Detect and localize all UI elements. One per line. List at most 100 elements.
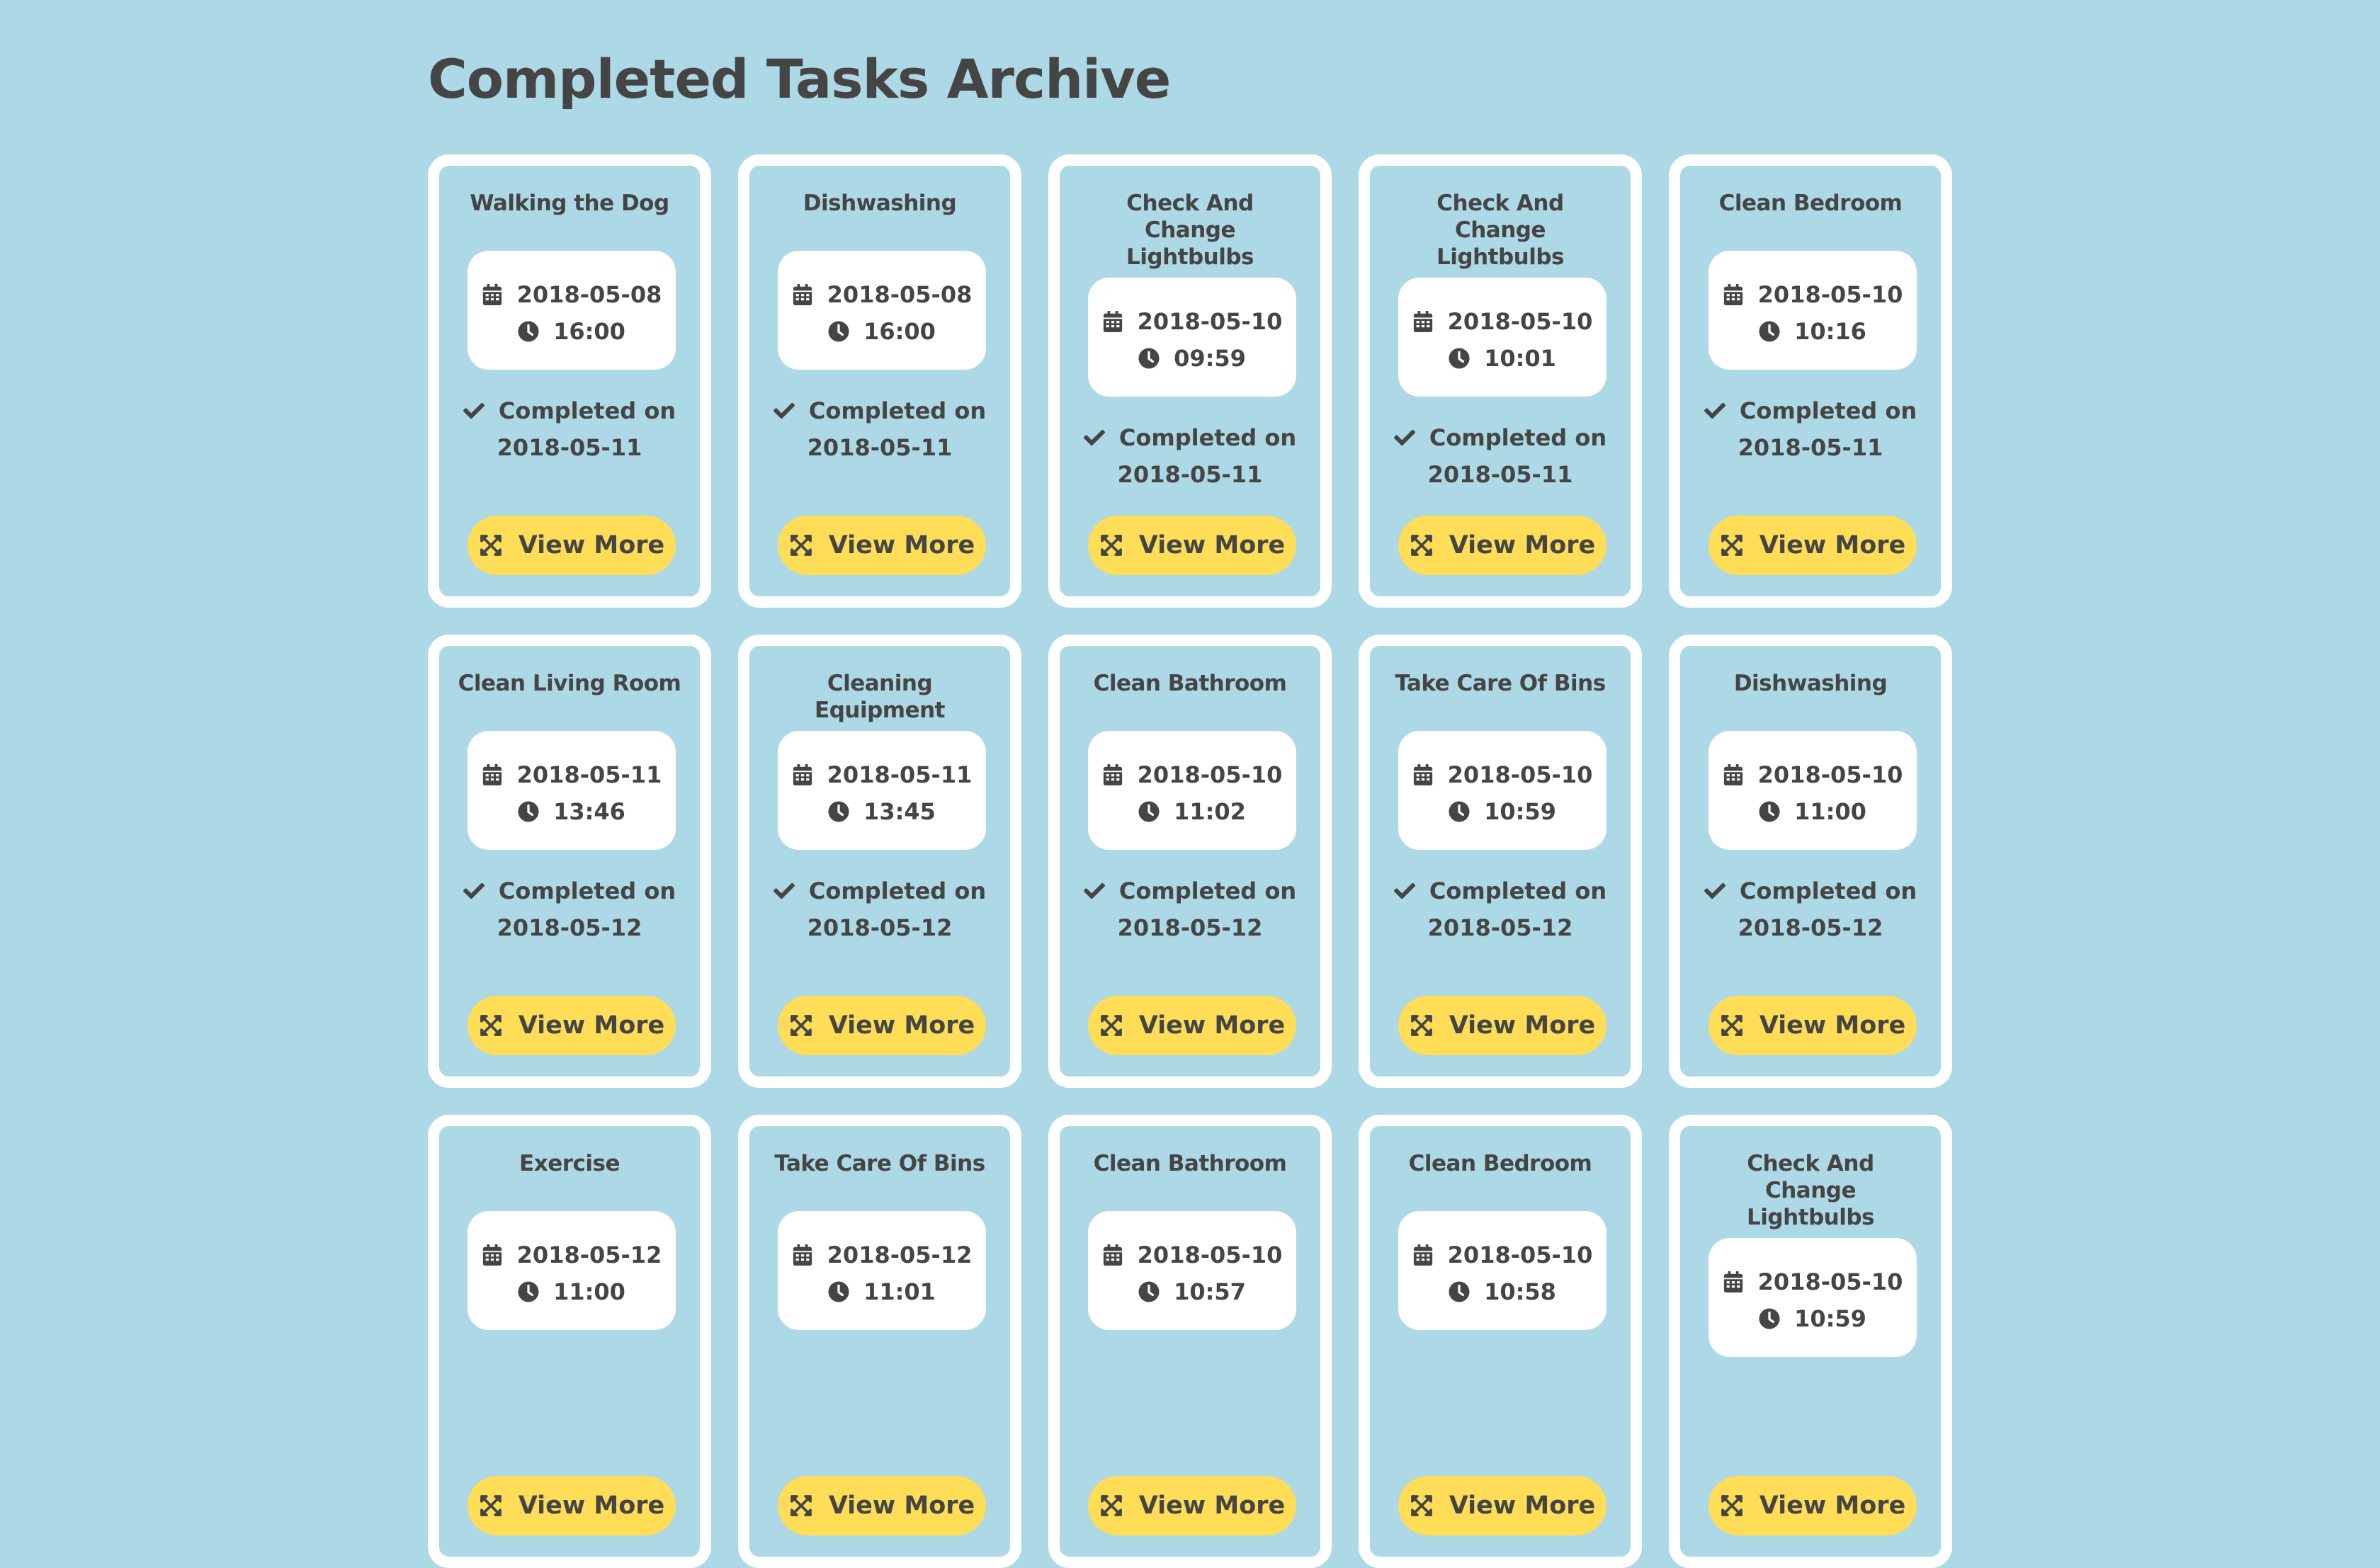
expand-icon <box>479 1494 503 1518</box>
view-more-button[interactable]: View More <box>1398 516 1606 575</box>
calendar-icon <box>1102 764 1123 785</box>
task-time-row: 13:45 <box>778 793 986 830</box>
clock-icon <box>1449 348 1470 369</box>
view-more-button[interactable]: View More <box>1708 996 1917 1055</box>
task-time-row: 11:00 <box>468 1273 676 1310</box>
view-more-label: View More <box>1759 1011 1906 1040</box>
view-more-button[interactable]: View More <box>1398 996 1606 1055</box>
completed-info: Completed on 2018-05-12 <box>749 873 1010 946</box>
task-date: 2018-05-08 <box>827 281 973 308</box>
check-icon <box>1393 880 1415 902</box>
task-date-row: 2018-05-12 <box>468 1237 676 1273</box>
completed-label-row: Completed on <box>1060 419 1320 456</box>
clock-icon <box>1759 801 1780 822</box>
check-icon <box>1083 880 1105 902</box>
view-more-button[interactable]: View More <box>468 1476 676 1535</box>
task-card: Clean Bedroom 2018-05-10 10:58 View More <box>1359 1115 1642 1568</box>
datetime-box: 2018-05-10 11:00 <box>1708 731 1917 850</box>
task-title: Clean Living Room <box>458 671 681 696</box>
expand-icon <box>1099 1013 1123 1038</box>
view-more-button[interactable]: View More <box>468 996 676 1055</box>
task-time-row: 16:00 <box>468 313 676 350</box>
completed-label: Completed on <box>1429 424 1607 451</box>
task-time-row: 10:59 <box>1708 1300 1917 1337</box>
calendar-icon <box>1723 1271 1744 1293</box>
task-time-row: 13:46 <box>468 793 676 830</box>
calendar-icon <box>1102 311 1123 332</box>
datetime-box: 2018-05-10 10:57 <box>1088 1211 1296 1330</box>
completed-label: Completed on <box>498 397 676 424</box>
view-more-label: View More <box>1138 531 1286 559</box>
task-time: 10:01 <box>1484 345 1556 372</box>
task-time: 13:45 <box>863 798 936 825</box>
task-card: Check And Change Lightbulbs 2018-05-10 10:… <box>1669 1115 1952 1568</box>
task-time-row: 11:02 <box>1088 793 1296 830</box>
expand-icon <box>479 1013 503 1038</box>
task-date-row: 2018-05-10 <box>1088 756 1296 793</box>
expand-icon <box>789 1013 813 1038</box>
view-more-button[interactable]: View More <box>1398 1476 1606 1535</box>
view-more-label: View More <box>518 531 665 559</box>
calendar-icon <box>482 764 503 785</box>
task-time: 13:46 <box>553 798 625 825</box>
view-more-button[interactable]: View More <box>1088 516 1296 575</box>
task-date: 2018-05-08 <box>516 281 662 308</box>
clock-icon <box>828 1281 849 1302</box>
view-more-button[interactable]: View More <box>778 516 986 575</box>
task-date: 2018-05-10 <box>1447 308 1593 335</box>
task-time: 16:00 <box>553 318 625 345</box>
completed-label-row: Completed on <box>749 873 1010 909</box>
completed-date: 2018-05-12 <box>1117 914 1263 941</box>
task-time-row: 10:57 <box>1088 1273 1296 1310</box>
completed-label: Completed on <box>1739 397 1917 424</box>
view-more-button[interactable]: View More <box>1088 996 1296 1055</box>
task-date: 2018-05-10 <box>1137 761 1283 788</box>
completed-info: Completed on 2018-05-12 <box>439 873 700 946</box>
completed-label-row: Completed on <box>1680 392 1941 429</box>
completed-label: Completed on <box>808 397 987 424</box>
completed-label-row: Completed on <box>1060 873 1320 909</box>
task-date-row: 2018-05-10 <box>1708 756 1917 793</box>
task-date-row: 2018-05-11 <box>778 756 986 793</box>
datetime-box: 2018-05-10 10:58 <box>1398 1211 1606 1330</box>
view-more-button[interactable]: View More <box>1708 1476 1917 1535</box>
task-card: Exercise 2018-05-12 11:00 View More <box>428 1115 711 1568</box>
clock-icon <box>518 1281 539 1302</box>
view-more-label: View More <box>1449 531 1596 559</box>
view-more-label: View More <box>1759 531 1906 559</box>
completed-label: Completed on <box>1739 877 1917 904</box>
task-title: Walking the Dog <box>470 191 669 216</box>
task-date-row: 2018-05-11 <box>468 756 676 793</box>
task-title: Take Care Of Bins <box>774 1151 985 1176</box>
clock-icon <box>1449 1281 1470 1302</box>
view-more-button[interactable]: View More <box>468 516 676 575</box>
calendar-icon <box>1723 764 1744 785</box>
completed-info: Completed on 2018-05-11 <box>439 392 700 466</box>
task-title: Clean Bedroom <box>1718 191 1903 216</box>
check-icon <box>463 400 484 421</box>
check-icon <box>773 400 795 421</box>
task-date-row: 2018-05-10 <box>1398 756 1606 793</box>
completed-info: Completed on 2018-05-11 <box>1680 392 1941 466</box>
view-more-label: View More <box>518 1492 665 1520</box>
task-card: Cleaning Equipment 2018-05-11 13:45 Complet… <box>738 635 1021 1088</box>
completed-label-row: Completed on <box>749 392 1010 429</box>
view-more-button[interactable]: View More <box>1708 516 1917 575</box>
task-time: 10:16 <box>1794 318 1866 345</box>
datetime-box: 2018-05-11 13:45 <box>778 731 986 850</box>
datetime-box: 2018-05-10 10:59 <box>1708 1238 1917 1357</box>
task-date-row: 2018-05-08 <box>778 276 986 313</box>
task-date: 2018-05-11 <box>827 761 973 788</box>
view-more-button[interactable]: View More <box>778 1476 986 1535</box>
completed-info: Completed on 2018-05-11 <box>749 392 1010 466</box>
expand-icon <box>1410 533 1434 557</box>
completed-info: Completed on 2018-05-12 <box>1370 873 1631 946</box>
view-more-button[interactable]: View More <box>1088 1476 1296 1535</box>
view-more-label: View More <box>1759 1492 1906 1520</box>
task-time: 09:59 <box>1174 345 1246 372</box>
completed-info: Completed on 2018-05-11 <box>1370 419 1631 493</box>
task-time-row: 10:01 <box>1398 340 1606 377</box>
task-date-row: 2018-05-10 <box>1088 303 1296 340</box>
completed-date: 2018-05-11 <box>1738 434 1883 461</box>
view-more-button[interactable]: View More <box>778 996 986 1055</box>
